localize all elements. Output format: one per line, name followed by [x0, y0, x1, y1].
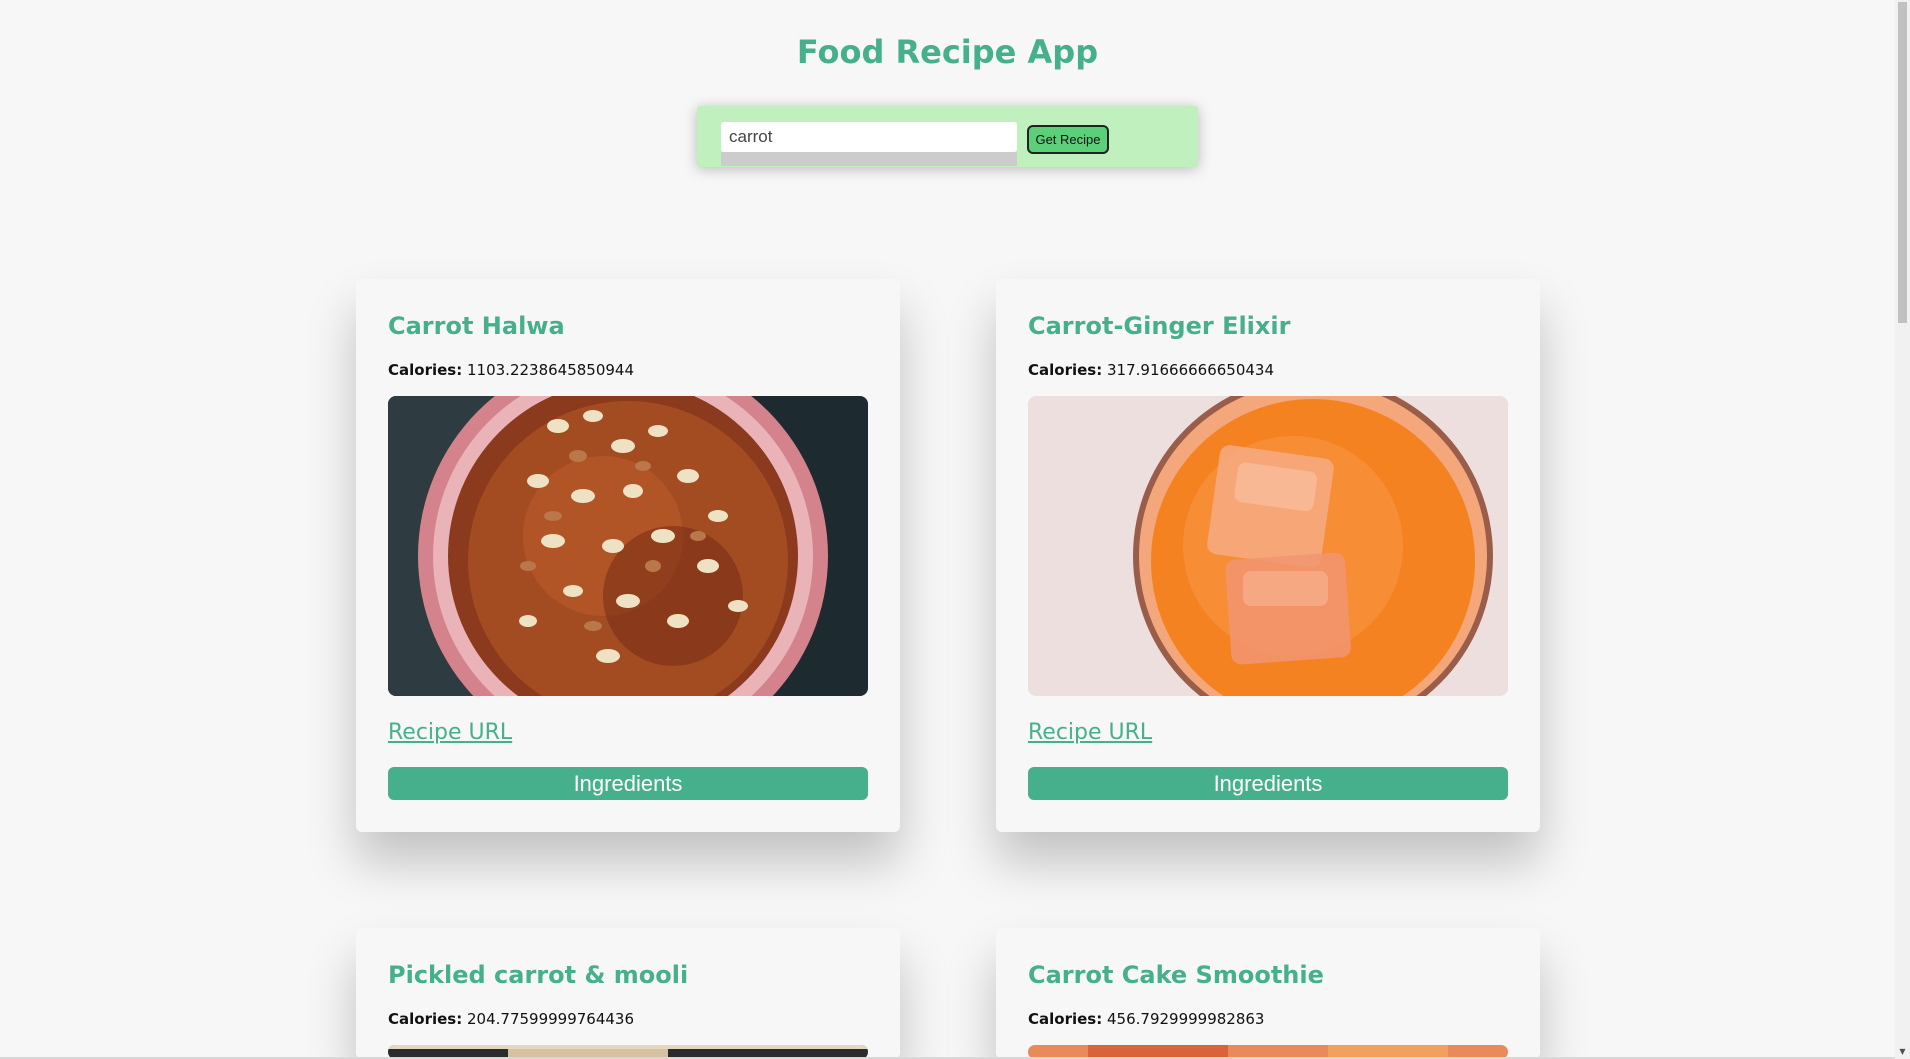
recipe-url-link[interactable]: Recipe URL	[388, 720, 512, 745]
calories-value: 317.91666666650434	[1107, 361, 1275, 379]
app-title: Food Recipe App	[796, 33, 1099, 71]
recipe-url-link[interactable]: Recipe URL	[1028, 720, 1152, 745]
search-panel: Get Recipe	[697, 106, 1198, 167]
search-input[interactable]	[721, 122, 1017, 152]
get-recipe-button[interactable]: Get Recipe	[1027, 125, 1109, 154]
ingredients-button[interactable]: Ingredients	[388, 767, 868, 800]
recipe-calories: Calories: 456.7929999982863	[1028, 1010, 1264, 1028]
scroll-down-arrow-icon[interactable]: ▼	[1895, 1044, 1910, 1059]
calories-value: 1103.2238645850944	[467, 361, 635, 379]
calories-label: Calories:	[388, 1010, 463, 1028]
ingredients-button[interactable]: Ingredients	[1028, 767, 1508, 800]
calories-value: 204.77599999764436	[467, 1010, 635, 1028]
recipe-card: Carrot Halwa Calories: 1103.223864585094…	[356, 279, 900, 832]
calories-label: Calories:	[388, 361, 463, 379]
search-suggestions-dropdown	[721, 152, 1017, 166]
main-content: Food Recipe App Get Recipe Carrot Halwa …	[0, 0, 1895, 1059]
recipe-calories: Calories: 317.91666666650434	[1028, 361, 1274, 379]
recipe-title: Carrot Halwa	[388, 312, 565, 340]
recipe-title: Carrot-Ginger Elixir	[1028, 312, 1291, 340]
page: Food Recipe App Get Recipe Carrot Halwa …	[0, 0, 1910, 1059]
vertical-scrollbar[interactable]: ▼	[1895, 0, 1910, 1059]
recipe-title: Carrot Cake Smoothie	[1028, 961, 1324, 989]
scrollbar-thumb[interactable]	[1898, 2, 1907, 323]
recipe-title: Pickled carrot & mooli	[388, 961, 689, 989]
calories-label: Calories:	[1028, 1010, 1103, 1028]
recipe-image	[1028, 396, 1508, 696]
recipe-calories: Calories: 1103.2238645850944	[388, 361, 634, 379]
recipe-calories: Calories: 204.77599999764436	[388, 1010, 634, 1028]
recipe-image	[388, 396, 868, 696]
recipe-card: Carrot-Ginger Elixir Calories: 317.91666…	[996, 279, 1540, 832]
calories-value: 456.7929999982863	[1107, 1010, 1265, 1028]
recipe-card: Carrot Cake Smoothie Calories: 456.79299…	[996, 928, 1540, 1059]
calories-label: Calories:	[1028, 361, 1103, 379]
recipe-card: Pickled carrot & mooli Calories: 204.775…	[356, 928, 900, 1059]
